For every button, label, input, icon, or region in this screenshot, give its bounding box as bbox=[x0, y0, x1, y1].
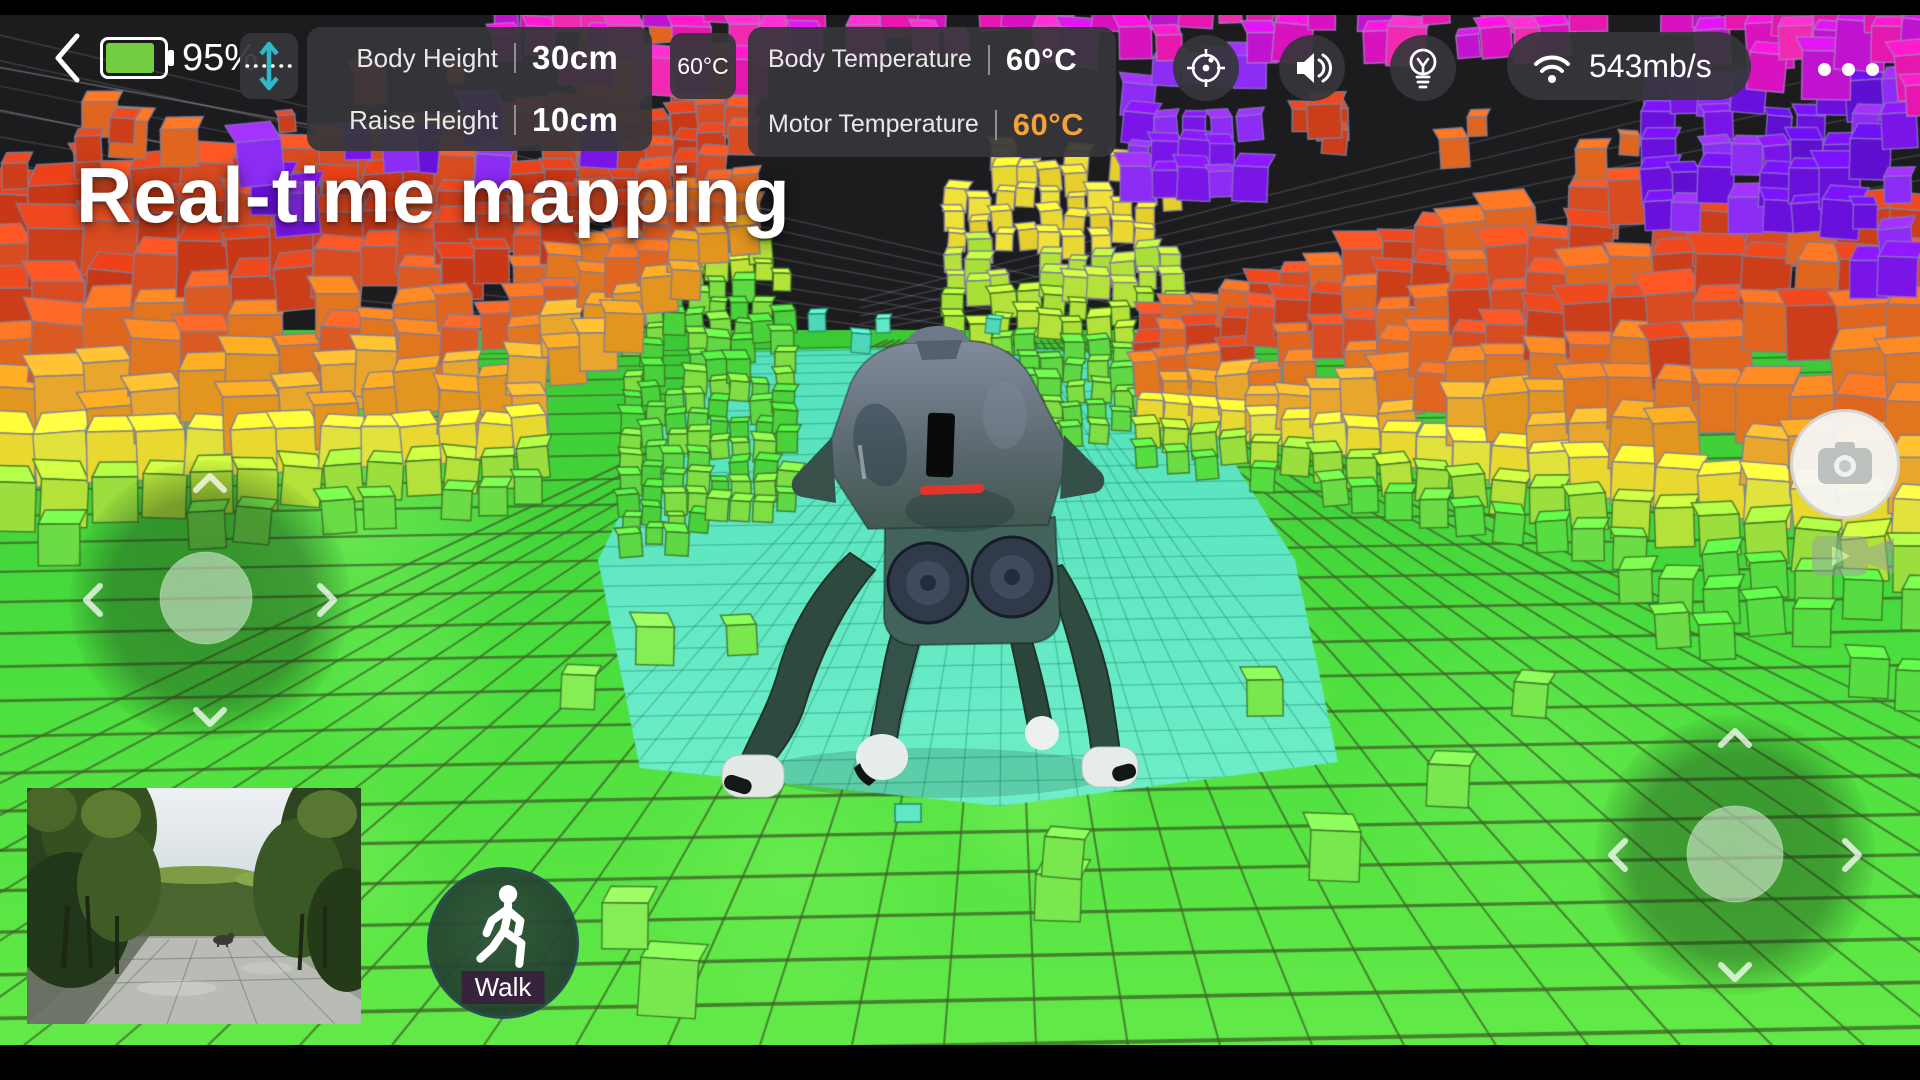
raise-height-label: Raise Height bbox=[327, 105, 498, 136]
height-adjust-icon bbox=[243, 38, 295, 94]
battery-indicator: 95% bbox=[100, 36, 258, 80]
light-button[interactable] bbox=[1390, 35, 1456, 101]
body-temperature-label: Body Temperature bbox=[768, 45, 972, 74]
network-status: 543mb/s bbox=[1507, 32, 1751, 100]
lightbulb-icon bbox=[1402, 46, 1444, 90]
wifi-icon bbox=[1529, 47, 1575, 85]
network-speed: 543mb/s bbox=[1589, 48, 1712, 85]
back-button[interactable] bbox=[44, 30, 92, 86]
right-joystick[interactable] bbox=[1587, 707, 1883, 1003]
body-height-value: 30cm bbox=[532, 39, 632, 77]
walking-person-icon bbox=[464, 882, 548, 974]
page-title: Real-time mapping bbox=[76, 150, 791, 241]
camera-icon bbox=[1812, 437, 1878, 491]
body-height-label: Body Height bbox=[327, 43, 498, 74]
walk-mode-button[interactable]: Walk bbox=[427, 867, 579, 1019]
body-height-row: Body Height 30cm bbox=[307, 27, 652, 89]
volume-button[interactable] bbox=[1279, 35, 1345, 101]
motor-temperature-value: 60°C bbox=[1013, 107, 1117, 143]
video-record-button[interactable] bbox=[1806, 526, 1902, 588]
left-joystick[interactable] bbox=[62, 452, 358, 748]
temperature-chip-value: 60°C bbox=[677, 53, 728, 80]
chevron-left-icon bbox=[51, 31, 85, 85]
robot-dog-model bbox=[710, 325, 1140, 805]
ellipsis-icon bbox=[1818, 63, 1831, 76]
walk-mode-label: Walk bbox=[462, 971, 545, 1004]
raise-height-value: 10cm bbox=[532, 101, 632, 139]
letterbox-top bbox=[0, 0, 1920, 15]
camera-shutter-button[interactable] bbox=[1790, 409, 1900, 519]
speaker-icon bbox=[1291, 47, 1333, 89]
locate-button[interactable] bbox=[1173, 35, 1239, 101]
body-temperature-row: Body Temperature 60°C bbox=[748, 27, 1116, 92]
height-adjust-button[interactable] bbox=[240, 33, 298, 99]
battery-icon bbox=[100, 37, 168, 79]
more-menu-button[interactable] bbox=[1804, 54, 1892, 84]
target-crosshair-icon bbox=[1185, 47, 1227, 89]
temperature-status-panel: Body Temperature 60°C Motor Temperature … bbox=[748, 27, 1116, 157]
camera-preview[interactable] bbox=[27, 788, 361, 1024]
motor-temperature-label: Motor Temperature bbox=[768, 110, 979, 139]
video-camera-icon bbox=[1812, 536, 1894, 576]
raise-height-row: Raise Height 10cm bbox=[307, 89, 652, 151]
robot-control-screen: 95% Body Height 30cm Raise Height 10cm 6… bbox=[0, 0, 1920, 1080]
body-temperature-value: 60°C bbox=[1006, 42, 1110, 78]
right-joystick-knob[interactable] bbox=[1687, 806, 1783, 902]
temperature-chip[interactable]: 60°C bbox=[670, 33, 736, 99]
height-status-panel: Body Height 30cm Raise Height 10cm bbox=[307, 27, 652, 151]
camera-preview-image bbox=[27, 788, 361, 1024]
motor-temperature-row: Motor Temperature 60°C bbox=[748, 92, 1116, 157]
letterbox-bottom bbox=[0, 1045, 1920, 1080]
left-joystick-knob[interactable] bbox=[160, 552, 252, 644]
